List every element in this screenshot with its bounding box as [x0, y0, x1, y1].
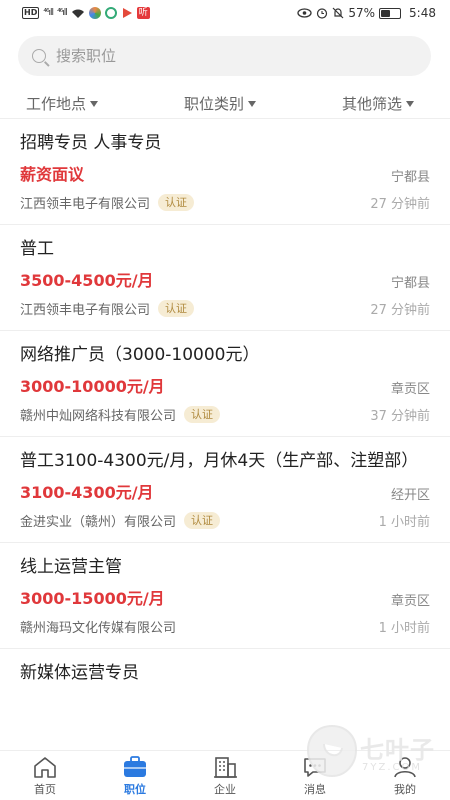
status-bar-right: 57% 5:48	[297, 6, 436, 20]
job-card[interactable]: 新媒体运营专员	[0, 649, 450, 685]
job-title: 线上运营主管	[20, 557, 122, 577]
caret-down-icon	[248, 101, 256, 107]
job-company: 江西领丰电子有限公司	[20, 197, 151, 212]
filter-location[interactable]: 工作地点	[26, 93, 99, 114]
music-app-icon: 听	[136, 7, 150, 19]
signal-icon-2: ⁴⁶ıll	[57, 8, 68, 18]
job-company: 赣州海玛文化传媒有限公司	[20, 621, 177, 636]
building-icon	[214, 756, 237, 778]
job-company: 金进实业（赣州）有限公司	[20, 515, 177, 530]
app-notification-icon	[88, 7, 101, 19]
app-notification-icon-2	[104, 7, 117, 19]
job-salary: 3100-4300元/月	[20, 483, 154, 502]
status-bar-left: HD ⁴⁶ıll ⁴⁶ıll 听	[22, 7, 150, 19]
job-company: 赣州中灿网络科技有限公司	[20, 409, 177, 424]
chat-icon	[304, 757, 326, 777]
job-location: 宁都县	[390, 169, 430, 185]
mute-icon	[332, 7, 344, 19]
job-card[interactable]: 普工 3500-4500元/月 宁都县 江西领丰电子有限公司 认证 27 分钟前	[0, 225, 450, 331]
tab-home[interactable]: 首页	[0, 751, 90, 800]
job-salary: 3000-10000元/月	[20, 377, 165, 396]
verified-badge: 认证	[158, 300, 195, 317]
job-location: 宁都县	[390, 275, 430, 291]
filter-other[interactable]: 其他筛选	[342, 93, 414, 114]
caret-down-icon	[405, 101, 414, 107]
tab-label: 首页	[34, 782, 56, 796]
status-bar: HD ⁴⁶ıll ⁴⁶ıll 听 57% 5:48	[0, 0, 450, 26]
verified-badge: 认证	[184, 406, 221, 423]
tab-messages[interactable]: 消息	[270, 751, 360, 800]
filter-category[interactable]: 职位类别	[184, 93, 256, 114]
job-location: 章贡区	[390, 593, 430, 609]
filter-category-label: 职位类别	[183, 94, 244, 113]
video-app-icon	[122, 8, 132, 18]
job-card[interactable]: 网络推广员（3000-10000元） 3000-10000元/月 章贡区 赣州中…	[0, 331, 450, 437]
verified-badge: 认证	[158, 194, 195, 211]
job-post-time: 27 分钟前	[370, 197, 430, 212]
job-title: 招聘专员 人事专员	[20, 133, 162, 153]
tab-label: 企业	[214, 782, 236, 796]
battery-percent: 57%	[348, 6, 376, 20]
job-post-time: 1 小时前	[378, 621, 430, 636]
job-card[interactable]: 招聘专员 人事专员 薪资面议 宁都县 江西领丰电子有限公司 认证 27 分钟前	[0, 119, 450, 225]
battery-icon	[379, 7, 402, 19]
tab-company[interactable]: 企业	[180, 751, 270, 800]
job-location: 经开区	[390, 487, 430, 503]
caret-down-icon	[90, 101, 99, 107]
job-salary: 薪资面议	[20, 165, 85, 184]
job-list: 招聘专员 人事专员 薪资面议 宁都县 江西领丰电子有限公司 认证 27 分钟前 …	[0, 119, 450, 750]
job-title: 新媒体运营专员	[20, 663, 139, 683]
job-title: 普工3100-4300元/月，月休4天（生产部、注塑部）	[20, 451, 419, 471]
briefcase-icon	[124, 755, 146, 777]
alarm-icon	[317, 8, 328, 19]
search-bar[interactable]	[18, 36, 431, 76]
home-icon	[34, 756, 56, 778]
job-salary: 3000-15000元/月	[20, 589, 165, 608]
job-title: 普工	[20, 239, 54, 259]
job-card[interactable]: 线上运营主管 3000-15000元/月 章贡区 赣州海玛文化传媒有限公司 1 …	[0, 543, 450, 649]
signal-icon: ⁴⁶ıll	[43, 8, 54, 18]
tab-label: 我的	[394, 782, 416, 796]
tab-jobs[interactable]: 职位	[90, 751, 180, 800]
user-icon	[394, 756, 416, 777]
filter-location-label: 工作地点	[26, 94, 87, 113]
bottom-tab-bar: 首页 职位 企业 消息 我的	[0, 750, 450, 800]
tab-profile[interactable]: 我的	[360, 751, 450, 800]
search-input[interactable]	[56, 47, 396, 65]
job-card[interactable]: 普工3100-4300元/月，月休4天（生产部、注塑部） 3100-4300元/…	[0, 437, 450, 543]
job-post-time: 27 分钟前	[370, 303, 430, 318]
job-salary: 3500-4500元/月	[20, 271, 154, 290]
filter-other-label: 其他筛选	[341, 94, 402, 113]
search-icon	[32, 49, 46, 63]
job-post-time: 1 小时前	[378, 515, 430, 530]
job-title: 网络推广员（3000-10000元）	[20, 345, 260, 365]
job-location: 章贡区	[390, 381, 430, 397]
filter-bar: 工作地点 职位类别 其他筛选	[0, 88, 450, 118]
tab-label: 职位	[124, 782, 146, 796]
job-post-time: 37 分钟前	[370, 409, 430, 424]
job-company: 江西领丰电子有限公司	[20, 303, 151, 318]
clock-time: 5:48	[409, 6, 436, 20]
hd-indicator: HD	[22, 7, 40, 19]
verified-badge: 认证	[184, 512, 221, 529]
eye-icon	[297, 8, 313, 18]
wifi-icon	[71, 9, 84, 18]
tab-label: 消息	[304, 782, 326, 796]
